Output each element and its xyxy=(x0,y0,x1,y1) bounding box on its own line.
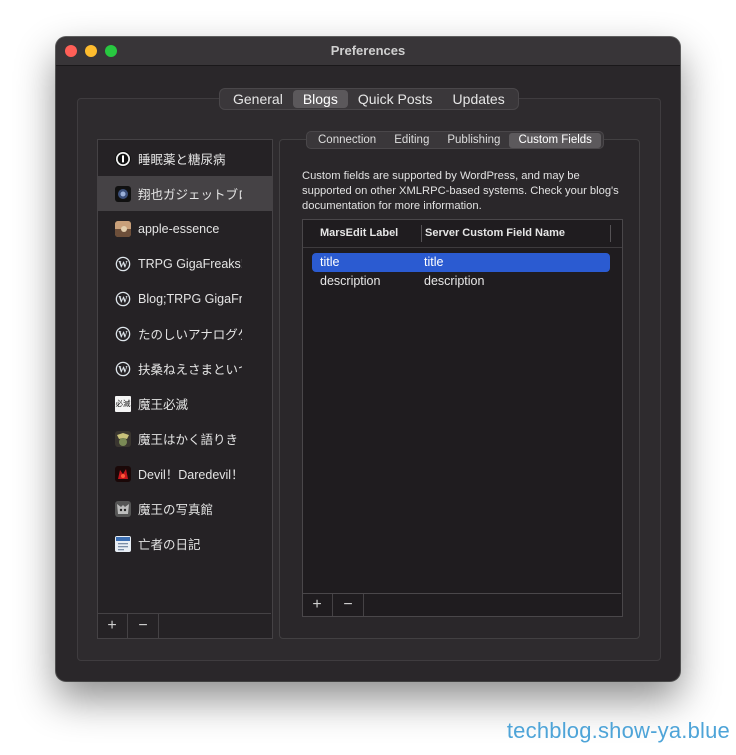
svg-text:W: W xyxy=(118,365,128,375)
apple-essence-icon xyxy=(115,220,131,237)
blog-label: Devil！Daredevil！ xyxy=(138,468,242,482)
tab-connection[interactable]: Connection xyxy=(309,133,385,148)
table-header: MarsEdit Label Server Custom Field Name xyxy=(303,220,622,248)
blog-settings-tab-bar: Connection Editing Publishing Custom Fie… xyxy=(306,131,604,149)
wordpress-icon: W xyxy=(115,361,131,377)
svg-text:W: W xyxy=(118,330,128,340)
tab-updates[interactable]: Updates xyxy=(443,90,515,108)
info-icon xyxy=(115,150,131,167)
gadget-blog-icon xyxy=(115,185,131,202)
custom-fields-description: Custom fields are supported by WordPress… xyxy=(302,170,619,212)
field-name-cell[interactable]: description xyxy=(424,274,484,288)
preferences-tab-bar: General Blogs Quick Posts Updates xyxy=(219,88,519,110)
column-divider[interactable] xyxy=(610,225,611,242)
column-header-server-field-name[interactable]: Server Custom Field Name xyxy=(425,227,565,239)
table-row[interactable]: title title xyxy=(312,253,610,272)
photo-studio-icon xyxy=(115,500,131,517)
field-label-cell[interactable]: title xyxy=(320,255,339,269)
blog-list-item[interactable]: 翔也ガジェットブログ xyxy=(98,176,272,211)
blog-label: 魔王はかく語りき xyxy=(138,433,239,447)
blog-list-footer: + − xyxy=(97,613,271,638)
tab-quick-posts[interactable]: Quick Posts xyxy=(348,90,443,108)
column-divider[interactable] xyxy=(421,225,422,242)
tab-blogs[interactable]: Blogs xyxy=(292,90,348,108)
remove-blog-button[interactable]: − xyxy=(128,614,159,638)
blog-list-item[interactable]: 亡者の日記 xyxy=(98,526,272,561)
blog-label: 翔也ガジェットブログ xyxy=(138,188,242,202)
remove-field-button[interactable]: − xyxy=(333,594,364,616)
title-bar: Preferences xyxy=(56,37,680,66)
wordpress-icon: W xyxy=(115,326,131,342)
blog-label: 睡眠薬と糖尿病 xyxy=(138,153,226,167)
table-row[interactable]: description description xyxy=(312,272,610,291)
blog-list: 睡眠薬と糖尿病 翔也ガジェットブログ apple-essence W TRPG … xyxy=(97,139,273,639)
site-watermark: techblog.show-ya.blue xyxy=(506,718,730,743)
blog-list-item[interactable]: 睡眠薬と糖尿病 xyxy=(98,141,272,176)
add-blog-button[interactable]: + xyxy=(97,614,128,638)
tab-editing[interactable]: Editing xyxy=(385,133,438,148)
maou-kataraki-icon xyxy=(115,430,131,447)
tab-publishing[interactable]: Publishing xyxy=(438,133,509,148)
custom-fields-table: MarsEdit Label Server Custom Field Name … xyxy=(302,219,623,617)
blog-list-item[interactable]: 魔王はかく語りき xyxy=(98,421,272,456)
wordpress-icon: W xyxy=(115,256,131,272)
blog-list-item[interactable]: 魔王の写真館 xyxy=(98,491,272,526)
blog-label: 扶桑ねえさまといつまでも xyxy=(138,363,242,377)
blog-list-item[interactable]: W 扶桑ねえさまといつまでも xyxy=(98,351,272,386)
svg-text:W: W xyxy=(118,260,128,270)
custom-fields-footer: + − xyxy=(302,593,621,616)
devil-icon xyxy=(115,465,131,482)
window-title: Preferences xyxy=(330,43,406,58)
blog-label: 魔王の写真館 xyxy=(138,503,214,517)
field-label-cell[interactable]: description xyxy=(320,274,380,288)
blog-label: apple-essence xyxy=(138,221,220,236)
tab-general[interactable]: General xyxy=(223,90,293,108)
tab-custom-fields[interactable]: Custom Fields xyxy=(509,132,601,148)
maou-hitsumetsu-icon: 必滅 xyxy=(115,395,131,412)
blog-list-item[interactable]: W TRPG GigaFreaks! xyxy=(98,246,272,281)
blog-list-item[interactable]: Devil！Daredevil！ xyxy=(98,456,272,491)
blog-label: 亡者の日記 xyxy=(138,538,201,552)
field-name-cell[interactable]: title xyxy=(424,255,443,269)
diary-icon xyxy=(115,535,131,552)
svg-text:W: W xyxy=(118,295,128,305)
blog-list-item[interactable]: apple-essence xyxy=(98,211,272,246)
blog-list-item[interactable]: W たのしいアナログゲーム xyxy=(98,316,272,351)
add-field-button[interactable]: + xyxy=(302,594,333,616)
blog-label: TRPG GigaFreaks! xyxy=(138,256,242,271)
blog-label: 魔王必滅 xyxy=(138,398,189,412)
blog-label: Blog;TRPG GigaFreaks xyxy=(138,291,242,306)
preferences-window: Preferences General Blogs Quick Posts Up… xyxy=(56,37,680,681)
column-header-marsedit-label[interactable]: MarsEdit Label xyxy=(320,227,398,239)
wordpress-icon: W xyxy=(115,291,131,307)
blog-label: たのしいアナログゲーム xyxy=(138,328,242,342)
blog-list-item[interactable]: 必滅 魔王必滅 xyxy=(98,386,272,421)
blog-list-item[interactable]: W Blog;TRPG GigaFreaks xyxy=(98,281,272,316)
